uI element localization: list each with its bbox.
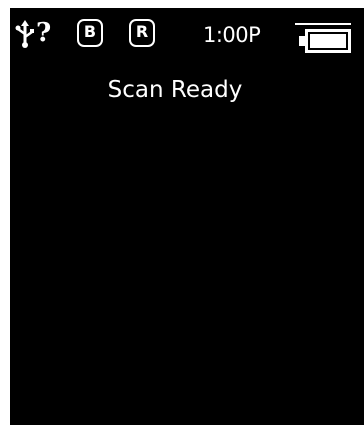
status-bar: ? B R 1:00P <box>10 8 364 62</box>
badge-r: R <box>129 19 155 47</box>
device-screen: ? B R 1:00P Scan Ready <box>10 8 364 425</box>
battery-fill <box>310 34 346 48</box>
unknown-status-glyph: ? <box>36 18 52 48</box>
battery-icon <box>295 23 351 53</box>
badge-b: B <box>77 19 103 47</box>
battery-body <box>305 29 351 53</box>
usb-icon <box>15 20 34 48</box>
clock-time: 1:00P <box>203 23 261 47</box>
battery-top-line <box>295 23 351 25</box>
scan-status-text: Scan Ready <box>107 77 243 103</box>
